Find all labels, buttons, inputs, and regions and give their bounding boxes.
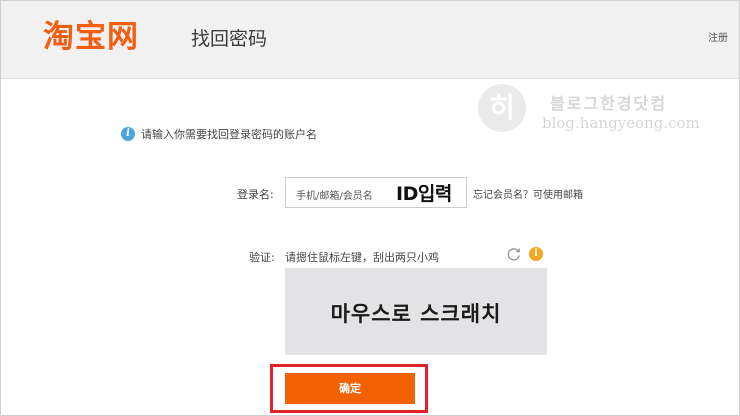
verify-instruction: 请摁住鼠标左键，刮出两只小鸡 xyxy=(285,251,439,264)
blog-watermark: 히 블로그한경닷컴 blog.hangyeong.com xyxy=(478,84,708,144)
info-warning-icon[interactable]: i xyxy=(529,247,543,261)
confirm-button[interactable]: 确定 xyxy=(285,373,415,404)
scratch-captcha[interactable]: 마우스로 스크래치 xyxy=(285,268,547,355)
taobao-logo[interactable]: 淘宝网 xyxy=(43,17,139,57)
id-input-annotation: ID입력 xyxy=(396,183,452,205)
watermark-url: blog.hangyeong.com xyxy=(542,114,700,132)
refresh-icon[interactable] xyxy=(506,246,522,262)
username-placeholder: 手机/邮箱/会员名 xyxy=(296,191,373,202)
info-icon: i xyxy=(121,127,135,141)
register-link[interactable]: 注册 xyxy=(708,29,728,44)
watermark-logo: 히 xyxy=(478,84,526,132)
verify-label: 验证: xyxy=(249,251,275,264)
form-hint: i 请输入你需要找回登录密码的账户名 xyxy=(121,126,317,142)
page-title: 找回密码 xyxy=(191,28,268,50)
username-label: 登录名: xyxy=(237,188,274,201)
hint-text: 请输入你需要找回登录密码的账户名 xyxy=(141,128,317,141)
forgot-username-link[interactable]: 忘记会员名？可使用邮箱 xyxy=(473,186,583,201)
scratch-annotation: 마우스로 스크래치 xyxy=(330,302,502,326)
watermark-title: 블로그한경닷컴 xyxy=(550,94,668,113)
page-header: 淘宝网 找回密码 注册 xyxy=(1,1,739,79)
username-input[interactable]: 手机/邮箱/会员名 ID입력 xyxy=(285,177,467,208)
